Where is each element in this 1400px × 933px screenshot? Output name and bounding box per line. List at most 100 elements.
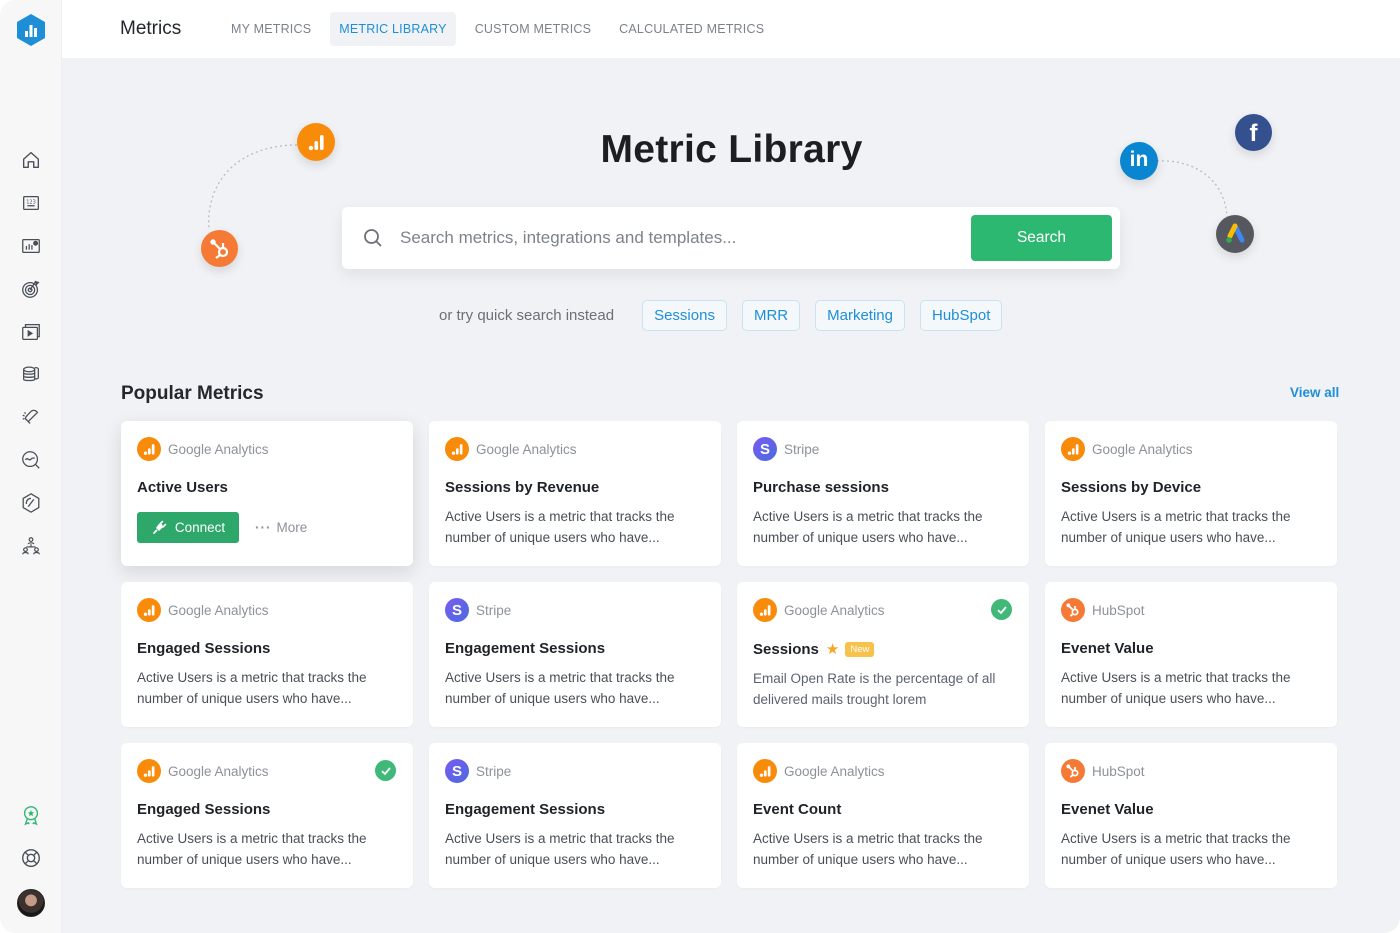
card-source: Google Analytics: [137, 759, 397, 783]
trend-search-icon[interactable]: [19, 448, 43, 472]
card-title: Event Count: [753, 801, 842, 818]
card-source-name: Stripe: [476, 602, 512, 618]
gauge-icon[interactable]: [19, 491, 43, 515]
card-source-name: HubSpot: [1092, 763, 1145, 779]
dashboard-icon[interactable]: [19, 234, 43, 258]
star-icon[interactable]: ★: [826, 640, 839, 658]
user-avatar[interactable]: [17, 889, 45, 917]
number-card-icon[interactable]: 123: [19, 191, 43, 215]
top-bar: Metrics MY METRICS METRIC LIBRARY CUSTOM…: [62, 0, 1400, 58]
view-all-link[interactable]: View all: [1290, 385, 1339, 400]
card-title: Engaged Sessions: [137, 801, 271, 818]
alert-bell-icon[interactable]: [19, 405, 43, 429]
hubspot-icon: [1061, 598, 1085, 622]
card-source-name: Stripe: [476, 763, 512, 779]
card-source-name: Google Analytics: [1092, 441, 1193, 457]
card-source-name: Google Analytics: [168, 602, 269, 618]
tab-custom-metrics[interactable]: CUSTOM METRICS: [466, 12, 600, 46]
search-button[interactable]: Search: [971, 215, 1112, 261]
google-analytics-icon: [137, 437, 161, 461]
app-window: 123 Metrics MY METRICS METRIC LIBRARY CU…: [0, 0, 1400, 933]
google-ads-logo-icon: [1216, 215, 1254, 253]
card-title-row: Engagement Sessions: [445, 640, 705, 657]
card-title: Sessions: [753, 640, 819, 658]
tab-calculated-metrics[interactable]: CALCULATED METRICS: [610, 12, 773, 46]
quick-chip-mrr[interactable]: MRR: [741, 300, 801, 331]
app-logo-icon[interactable]: [15, 13, 47, 47]
card-description: Email Open Rate is the percentage of all…: [753, 671, 996, 707]
metric-card[interactable]: S Stripe Purchase sessions Active Users is …: [737, 421, 1029, 566]
metric-card[interactable]: HubSpot Evenet Value Active Users is a met…: [1045, 743, 1337, 888]
connected-check-icon: [375, 760, 396, 781]
google-analytics-icon: [137, 759, 161, 783]
hubspot-icon: [1061, 759, 1085, 783]
card-source-name: Google Analytics: [168, 763, 269, 779]
metric-card[interactable]: Google Analytics Engaged Sessions Active U…: [121, 743, 413, 888]
metric-card[interactable]: Google Analytics Active Users Connect ··· Mo…: [121, 421, 413, 566]
quick-chip-marketing[interactable]: Marketing: [815, 300, 905, 331]
metric-card[interactable]: Google Analytics Sessions ★ New Email Open R…: [737, 582, 1029, 727]
card-source: Google Analytics: [753, 598, 1013, 622]
card-source: S Stripe: [445, 759, 705, 783]
card-source: HubSpot: [1061, 598, 1321, 622]
card-title: Evenet Value: [1061, 801, 1154, 818]
connect-button[interactable]: Connect: [137, 512, 239, 543]
rewards-badge-icon[interactable]: [19, 803, 43, 827]
card-title-row: Sessions ★ New: [753, 640, 1013, 658]
card-description: Active Users is a metric that tracks the…: [1061, 670, 1291, 706]
card-source: Google Analytics: [445, 437, 705, 461]
metric-card[interactable]: Google Analytics Event Count Active Users …: [737, 743, 1029, 888]
card-title: Active Users: [137, 479, 228, 496]
card-description: Active Users is a metric that tracks the…: [137, 831, 367, 867]
team-icon[interactable]: [19, 534, 43, 558]
quick-chip-hubspot[interactable]: HubSpot: [919, 300, 1003, 331]
metric-card[interactable]: HubSpot Evenet Value Active Users is a met…: [1045, 582, 1337, 727]
google-analytics-icon: [1061, 437, 1085, 461]
data-stack-icon[interactable]: [19, 362, 43, 386]
stripe-icon: S: [753, 437, 777, 461]
video-slides-icon[interactable]: [19, 320, 43, 344]
card-source-name: Google Analytics: [784, 602, 885, 618]
card-source-name: Google Analytics: [784, 763, 885, 779]
card-source: Google Analytics: [1061, 437, 1321, 461]
metric-card[interactable]: Google Analytics Sessions by Device Active…: [1045, 421, 1337, 566]
quick-chip-sessions[interactable]: Sessions: [642, 300, 727, 331]
search-bar: Search: [342, 207, 1120, 269]
card-title-row: Evenet Value: [1061, 640, 1321, 657]
tab-metric-library[interactable]: METRIC LIBRARY: [330, 12, 456, 46]
more-dots-icon: ···: [255, 520, 272, 535]
card-title: Sessions by Device: [1061, 479, 1202, 496]
hubspot-logo-icon: [201, 230, 238, 267]
help-lifebuoy-icon[interactable]: [19, 846, 43, 870]
stripe-icon: S: [445, 759, 469, 783]
goals-target-icon[interactable]: [19, 277, 43, 301]
card-source: Google Analytics: [137, 598, 397, 622]
metric-card[interactable]: S Stripe Engagement Sessions Active Users i…: [429, 582, 721, 727]
metric-card[interactable]: Google Analytics Sessions by Revenue Activ…: [429, 421, 721, 566]
stripe-icon: S: [445, 598, 469, 622]
card-description: Active Users is a metric that tracks the…: [753, 509, 983, 545]
card-description: Active Users is a metric that tracks the…: [137, 670, 367, 706]
card-description: Active Users is a metric that tracks the…: [445, 670, 675, 706]
card-title-row: Event Count: [753, 801, 1013, 818]
search-input[interactable]: [400, 221, 960, 255]
card-source: S Stripe: [753, 437, 1013, 461]
card-description: Active Users is a metric that tracks the…: [1061, 831, 1291, 867]
google-analytics-icon: [753, 598, 777, 622]
card-title: Evenet Value: [1061, 640, 1154, 657]
card-source: HubSpot: [1061, 759, 1321, 783]
metric-card[interactable]: S Stripe Engagement Sessions Active Users i…: [429, 743, 721, 888]
tab-my-metrics[interactable]: MY METRICS: [222, 12, 320, 46]
card-title-row: Engaged Sessions: [137, 801, 397, 818]
card-actions: Connect ··· More: [137, 512, 397, 543]
card-source-name: Google Analytics: [168, 441, 269, 457]
card-source: S Stripe: [445, 598, 705, 622]
metric-card[interactable]: Google Analytics Engaged Sessions Active U…: [121, 582, 413, 727]
plug-icon: [152, 520, 167, 534]
card-source-name: HubSpot: [1092, 602, 1145, 618]
new-badge: New: [845, 641, 875, 657]
quick-search-label: or try quick search instead: [439, 307, 615, 324]
more-button[interactable]: ··· More: [255, 520, 307, 535]
google-analytics-icon: [137, 598, 161, 622]
card-description: Active Users is a metric that tracks the…: [1061, 509, 1291, 545]
